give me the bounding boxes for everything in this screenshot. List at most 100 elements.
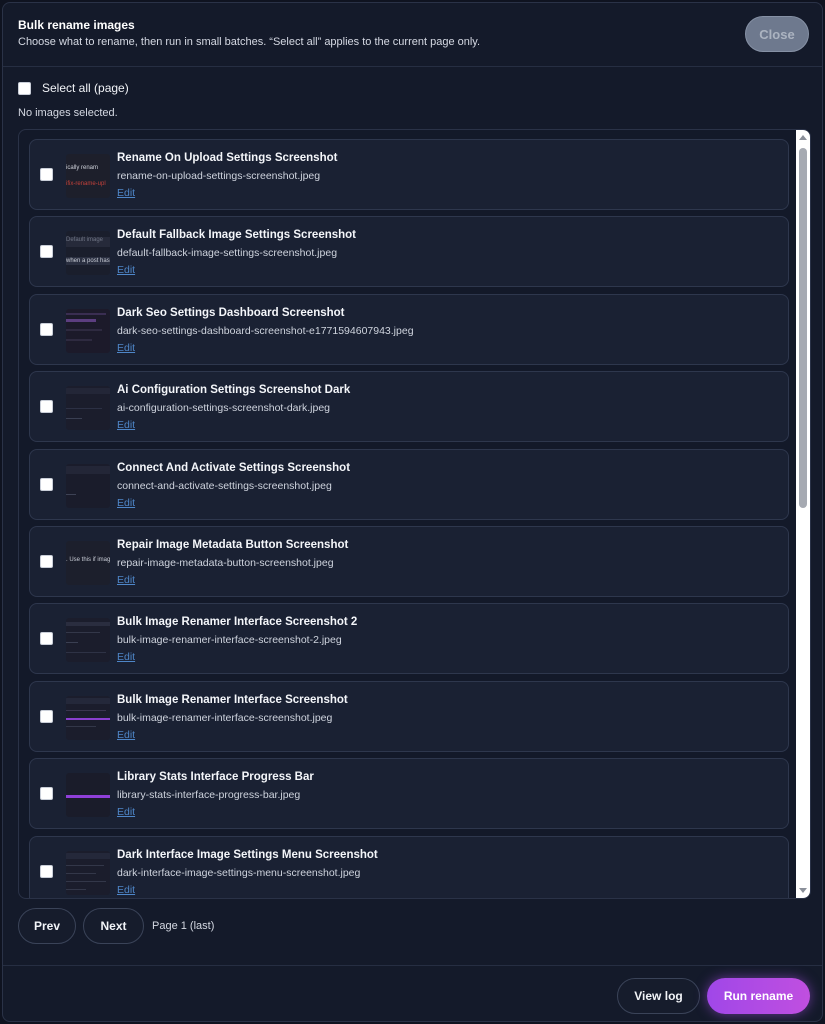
image-row: Connect And Activate Settings Screenshot…	[29, 448, 789, 520]
thumbnail-detail	[66, 493, 76, 495]
edit-link[interactable]: Edit	[117, 342, 135, 354]
image-filename: connect-and-activate-settings-screenshot…	[117, 479, 332, 492]
image-title: Bulk Image Renamer Interface Screenshot …	[117, 616, 358, 629]
thumbnail-detail	[66, 697, 110, 704]
image-title: Library Stats Interface Progress Bar	[117, 771, 314, 784]
image-title: Ai Configuration Settings Screenshot Dar…	[117, 384, 351, 397]
scroll-down-arrow-icon[interactable]	[799, 888, 807, 893]
thumbnail-detail	[66, 872, 96, 874]
image-row-checkbox[interactable]	[40, 787, 53, 801]
image-filename: ai-configuration-settings-screenshot-dar…	[117, 402, 331, 415]
thumbnail-detail	[66, 709, 106, 711]
image-row-checkbox[interactable]	[40, 245, 53, 259]
close-button[interactable]: Close	[745, 16, 809, 52]
image-thumbnail	[66, 695, 110, 740]
thumbnail-detail	[66, 465, 110, 474]
page-indicator: Page 1 (last)	[152, 920, 215, 932]
image-title: Bulk Image Renamer Interface Screenshot	[117, 693, 348, 706]
thumbnail-detail	[66, 642, 78, 644]
image-thumbnail	[66, 386, 110, 431]
image-row-checkbox[interactable]	[40, 477, 53, 491]
image-list: ically renam ifix-rename-upl Rename On Upl…	[18, 129, 811, 899]
image-title: Rename On Upload Settings Screenshot	[117, 152, 338, 164]
thumbnail-text: when a post has no	[66, 258, 110, 265]
edit-link[interactable]: Edit	[117, 729, 135, 741]
image-row-checkbox[interactable]	[40, 168, 53, 181]
thumbnail-text: ifix-rename-upl	[66, 181, 106, 187]
image-row-checkbox[interactable]	[40, 864, 53, 878]
thumbnail-detail	[66, 328, 102, 331]
image-title: Dark Interface Image Settings Menu Scree…	[117, 848, 378, 861]
image-thumbnail: . Use this if images ap	[66, 541, 110, 585]
edit-link[interactable]: Edit	[117, 651, 135, 663]
image-thumbnail: Default image when a post has no	[66, 231, 110, 276]
pagination: Prev Next Page 1 (last)	[18, 908, 214, 944]
next-page-button[interactable]: Next	[83, 908, 144, 944]
image-row-checkbox[interactable]	[40, 709, 53, 723]
thumbnail-text: . Use this if images ap	[66, 557, 110, 563]
image-thumbnail	[66, 463, 110, 508]
image-thumbnail	[66, 850, 110, 895]
edit-link[interactable]: Edit	[117, 187, 135, 199]
thumbnail-text: Default image	[66, 237, 104, 244]
edit-link[interactable]: Edit	[117, 806, 135, 818]
select-all-control[interactable]: Select all (page)	[18, 79, 129, 97]
image-title: Connect And Activate Settings Screenshot	[117, 461, 351, 474]
bulk-rename-modal: Bulk rename images Choose what to rename…	[2, 2, 823, 1022]
image-row-checkbox[interactable]	[40, 400, 53, 414]
image-thumbnail	[66, 618, 110, 663]
image-row: Bulk Image Renamer Interface Screenshot …	[29, 603, 789, 675]
image-filename: bulk-image-renamer-interface-screenshot.…	[117, 711, 333, 724]
view-log-button[interactable]: View log	[617, 978, 700, 1014]
image-filename: bulk-image-renamer-interface-screenshot-…	[117, 634, 342, 647]
image-row-checkbox[interactable]	[40, 632, 53, 646]
image-row: Library Stats Interface Progress Bar libr…	[29, 758, 789, 830]
image-filename: dark-interface-image-settings-menu-scree…	[117, 866, 361, 879]
image-row: Dark Interface Image Settings Menu Scree…	[29, 835, 789, 898]
image-filename: dark-seo-settings-dashboard-screenshot-e…	[117, 324, 414, 337]
modal-subtitle: Choose what to rename, then run in small…	[18, 36, 481, 48]
scroll-up-arrow-icon[interactable]	[799, 135, 807, 140]
image-row: Bulk Image Renamer Interface Screenshot b…	[29, 680, 789, 752]
image-filename: library-stats-interface-progress-bar.jpe…	[117, 789, 301, 802]
thumbnail-detail	[66, 622, 110, 627]
scrollbar-thumb[interactable]	[799, 148, 807, 508]
image-row-checkbox[interactable]	[40, 322, 53, 336]
thumbnail-detail	[66, 880, 106, 882]
prev-page-button[interactable]: Prev	[18, 908, 76, 944]
image-title: Repair Image Metadata Button Screenshot	[117, 539, 349, 551]
thumbnail-detail	[66, 717, 110, 720]
image-title: Dark Seo Settings Dashboard Screenshot	[117, 306, 345, 319]
image-filename: default-fallback-image-settings-screensh…	[117, 247, 338, 260]
edit-link[interactable]: Edit	[117, 419, 135, 431]
edit-link[interactable]: Edit	[117, 497, 135, 509]
image-row: Default image when a post has no Default F…	[29, 216, 789, 288]
select-all-label[interactable]: Select all (page)	[42, 81, 129, 95]
thumbnail-detail	[66, 318, 96, 322]
selection-status: No images selected.	[18, 107, 118, 119]
modal-footer: View log Run rename	[3, 965, 822, 1021]
thumbnail-detail	[66, 795, 110, 799]
thumbnail-detail	[66, 852, 110, 859]
thumbnail-detail	[66, 888, 86, 890]
image-row: . Use this if images ap Repair Image Meta…	[29, 526, 789, 597]
edit-link[interactable]: Edit	[117, 884, 135, 896]
thumbnail-detail	[66, 418, 82, 420]
thumbnail-detail	[66, 725, 96, 727]
image-row-checkbox[interactable]	[40, 555, 53, 568]
run-rename-button[interactable]: Run rename	[707, 978, 810, 1014]
image-row: Dark Seo Settings Dashboard Screenshot da…	[29, 293, 789, 365]
select-all-checkbox[interactable]	[18, 81, 31, 95]
thumbnail-detail	[66, 632, 100, 634]
edit-link[interactable]: Edit	[117, 264, 135, 276]
image-row: ically renam ifix-rename-upl Rename On Upl…	[29, 139, 789, 210]
edit-link[interactable]: Edit	[117, 574, 135, 586]
modal-header: Bulk rename images Choose what to rename…	[3, 3, 822, 67]
thumbnail-detail	[66, 408, 102, 410]
image-thumbnail	[66, 308, 110, 353]
thumbnail-detail	[66, 388, 110, 395]
image-thumbnail: ically renam ifix-rename-upl	[66, 154, 110, 198]
modal-title: Bulk rename images	[18, 18, 135, 32]
thumbnail-detail	[66, 864, 104, 866]
list-scrollbar[interactable]	[796, 130, 810, 898]
